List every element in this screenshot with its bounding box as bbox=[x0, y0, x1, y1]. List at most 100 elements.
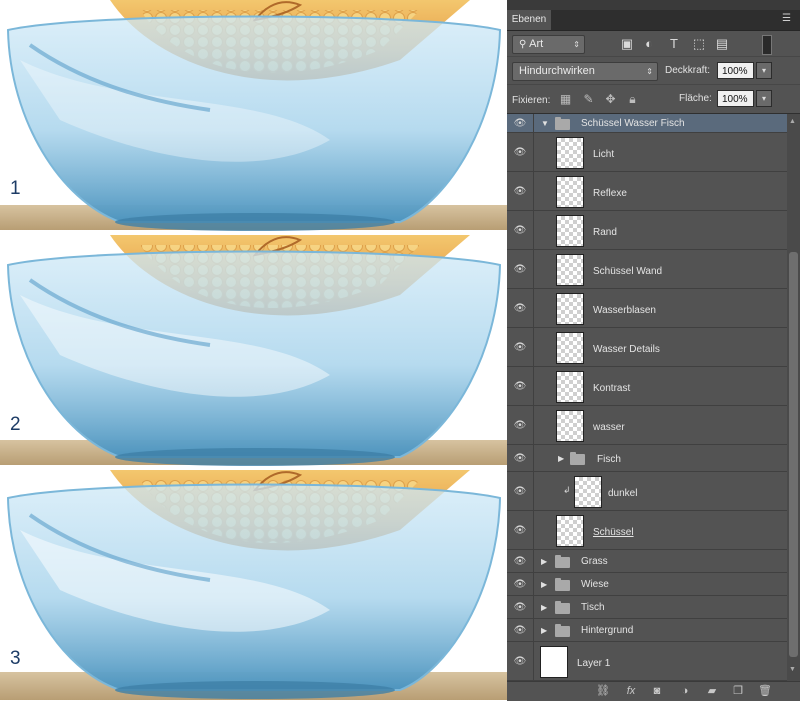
panel-tab-bar: Ebenen ☰ bbox=[507, 10, 800, 31]
visibility-eye-icon[interactable]: 👁︎ bbox=[507, 445, 534, 471]
layer-name: Fisch bbox=[597, 454, 621, 465]
lock-all-padlock-icon[interactable]: 🔒︎ bbox=[626, 93, 639, 106]
expanded-triangle-icon[interactable]: ▼ bbox=[541, 119, 549, 128]
layer-row[interactable]: 👁︎ Schüssel Wand bbox=[507, 250, 787, 289]
layer-row[interactable]: 👁︎ Schüssel bbox=[507, 511, 787, 550]
layer-name: Wiese bbox=[581, 579, 609, 590]
collapsed-triangle-icon[interactable]: ▶ bbox=[541, 557, 547, 566]
fill-field[interactable]: 100% bbox=[717, 90, 754, 107]
visibility-eye-icon[interactable]: 👁︎ bbox=[507, 289, 534, 327]
layer-row[interactable]: 👁︎ Wasserblasen bbox=[507, 289, 787, 328]
visibility-eye-icon[interactable]: 👁︎ bbox=[507, 472, 534, 510]
layer-name: Wasserblasen bbox=[593, 305, 656, 316]
collapsed-triangle-icon[interactable]: ▶ bbox=[541, 603, 547, 612]
scrollbar-thumb[interactable] bbox=[789, 252, 798, 657]
layers-bottom-toolbar: ⛓ fx ◙ ◑ ▰ ❐ 🗑︎ bbox=[507, 681, 800, 701]
lock-position-move-icon[interactable]: ✥ bbox=[604, 93, 617, 106]
visibility-eye-icon[interactable]: 👁︎ bbox=[507, 596, 534, 618]
tab-layers[interactable]: Ebenen bbox=[507, 10, 551, 30]
blend-mode-select[interactable]: Hindurchwirken ⇕ bbox=[512, 62, 658, 81]
search-icon: ⚲ bbox=[519, 39, 530, 50]
chevron-updown-icon: ⇕ bbox=[573, 40, 580, 49]
folder-icon bbox=[555, 601, 570, 614]
visibility-eye-icon[interactable]: 👁︎ bbox=[507, 114, 534, 132]
layer-row[interactable]: 👁︎ Kontrast bbox=[507, 367, 787, 406]
layer-row[interactable]: 👁︎ Reflexe bbox=[507, 172, 787, 211]
layer-name: Grass bbox=[581, 556, 608, 567]
layer-thumbnail bbox=[556, 293, 584, 325]
panel-menu-icon[interactable]: ☰ bbox=[782, 13, 796, 25]
new-layer-icon[interactable]: ❐ bbox=[730, 684, 746, 698]
layer-group-row[interactable]: 👁︎ ▶ Wiese bbox=[507, 573, 787, 596]
layer-name: Layer 1 bbox=[577, 658, 611, 669]
smart-object-filter-icon[interactable]: ▤ bbox=[715, 37, 729, 51]
lock-transparency-icon[interactable]: ▦ bbox=[559, 93, 572, 106]
blend-opacity-row: Hindurchwirken ⇕ Deckkraft: 100% ▾ bbox=[507, 57, 800, 85]
layer-thumbnail bbox=[574, 476, 602, 508]
layer-thumbnail bbox=[540, 646, 568, 678]
layer-name: Tisch bbox=[581, 602, 605, 613]
layer-name: dunkel bbox=[608, 488, 638, 499]
layer-row[interactable]: 👁︎ Wasser Details bbox=[507, 328, 787, 367]
collapsed-triangle-icon[interactable]: ▶ bbox=[541, 626, 547, 635]
adjustment-layer-icon[interactable]: ◑ bbox=[677, 684, 693, 698]
scroll-up-arrow-icon[interactable]: ▲ bbox=[789, 118, 796, 125]
layer-thumbnail bbox=[556, 176, 584, 208]
add-mask-icon[interactable]: ◙ bbox=[649, 684, 665, 698]
lock-image-brush-icon[interactable]: ✎ bbox=[582, 93, 595, 106]
layer-thumbnail bbox=[556, 515, 584, 547]
collapsed-triangle-icon[interactable]: ▶ bbox=[558, 454, 564, 463]
type-layer-filter-icon[interactable]: T bbox=[667, 37, 681, 51]
collapsed-triangle-icon[interactable]: ▶ bbox=[541, 580, 547, 589]
adjustment-layer-filter-icon[interactable]: ◐ bbox=[642, 37, 656, 51]
layer-row[interactable]: 👁︎ Licht bbox=[507, 133, 787, 172]
visibility-eye-icon[interactable]: 👁︎ bbox=[507, 406, 534, 444]
visibility-eye-icon[interactable]: 👁︎ bbox=[507, 133, 534, 171]
layer-style-fx-icon[interactable]: fx bbox=[623, 684, 639, 698]
new-group-folder-icon[interactable]: ▰ bbox=[704, 684, 720, 698]
layer-group-row[interactable]: 👁︎ ▶ Tisch bbox=[507, 596, 787, 619]
visibility-eye-icon[interactable]: 👁︎ bbox=[507, 619, 534, 641]
layer-row[interactable]: 👁︎ Layer 1 bbox=[507, 642, 787, 681]
visibility-eye-icon[interactable]: 👁︎ bbox=[507, 511, 534, 549]
visibility-eye-icon[interactable]: 👁︎ bbox=[507, 250, 534, 288]
visibility-eye-icon[interactable]: 👁︎ bbox=[507, 328, 534, 366]
folder-icon bbox=[555, 117, 570, 130]
opacity-dropdown-button[interactable]: ▾ bbox=[756, 62, 772, 79]
layers-list: 👁︎ ▼ Schüssel Wasser Fisch 👁︎ Licht 👁︎ R… bbox=[507, 114, 787, 681]
blend-mode-label: Hindurchwirken bbox=[519, 65, 595, 77]
layer-row[interactable]: 👁︎ wasser bbox=[507, 406, 787, 445]
filter-toggle-switch[interactable] bbox=[762, 35, 772, 55]
shape-layer-filter-icon[interactable]: ⬚ bbox=[692, 37, 706, 51]
layer-group-row[interactable]: 👁︎ ▶ Fisch bbox=[507, 445, 787, 472]
bowl-illustration-2 bbox=[0, 235, 507, 466]
step-number-1: 1 bbox=[10, 178, 21, 199]
visibility-eye-icon[interactable]: 👁︎ bbox=[507, 642, 534, 680]
fill-dropdown-button[interactable]: ▾ bbox=[756, 90, 772, 107]
bowl-illustration-3 bbox=[0, 470, 507, 700]
scroll-down-arrow-icon[interactable]: ▼ bbox=[789, 666, 796, 673]
visibility-eye-icon[interactable]: 👁︎ bbox=[507, 573, 534, 595]
filter-kind-select[interactable]: ⚲ Art ⇕ bbox=[512, 35, 585, 54]
fill-label: Fläche: bbox=[679, 93, 712, 104]
layer-group-row[interactable]: 👁︎ ▶ Grass bbox=[507, 550, 787, 573]
visibility-eye-icon[interactable]: 👁︎ bbox=[507, 211, 534, 249]
visibility-eye-icon[interactable]: 👁︎ bbox=[507, 367, 534, 405]
folder-icon bbox=[555, 578, 570, 591]
layer-row[interactable]: 👁︎ ↲ dunkel bbox=[507, 472, 787, 511]
link-layers-icon[interactable]: ⛓ bbox=[595, 684, 611, 698]
folder-icon bbox=[555, 624, 570, 637]
visibility-eye-icon[interactable]: 👁︎ bbox=[507, 172, 534, 210]
layer-thumbnail bbox=[556, 371, 584, 403]
bowl-illustrations bbox=[0, 0, 507, 700]
layer-group-row[interactable]: 👁︎ ▶ Hintergrund bbox=[507, 619, 787, 642]
pixel-layer-filter-icon[interactable]: ▣ bbox=[620, 37, 634, 51]
folder-icon bbox=[570, 452, 585, 465]
layers-scrollbar[interactable]: ▲ ▼ bbox=[787, 114, 800, 681]
visibility-eye-icon[interactable]: 👁︎ bbox=[507, 550, 534, 572]
layer-name: Wasser Details bbox=[593, 344, 660, 355]
trash-delete-icon[interactable]: 🗑︎ bbox=[757, 684, 773, 698]
layer-group-row[interactable]: 👁︎ ▼ Schüssel Wasser Fisch bbox=[507, 114, 787, 133]
opacity-field[interactable]: 100% bbox=[717, 62, 754, 79]
layer-row[interactable]: 👁︎ Rand bbox=[507, 211, 787, 250]
